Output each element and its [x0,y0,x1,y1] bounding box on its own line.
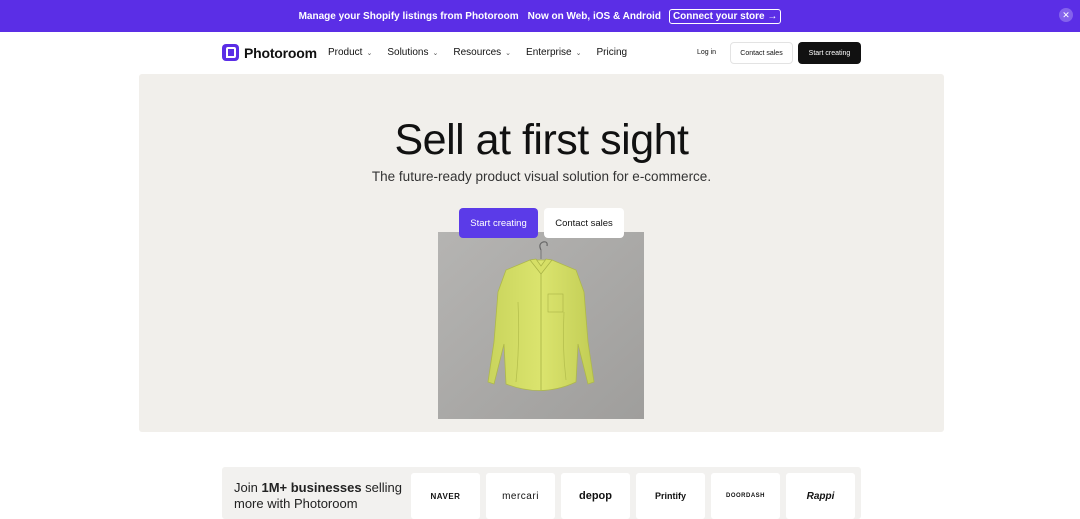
menu-item-product[interactable]: Product ⌄ [328,47,372,58]
logo-rappi: Rappi [786,473,855,519]
brand-logo[interactable]: Photoroom [222,44,317,61]
chevron-down-icon: ⌄ [505,49,512,57]
customer-logos: NAVER mercari depop Printify DOORDASH Ra… [411,473,861,519]
logo-doordash: DOORDASH [711,473,780,519]
close-icon[interactable]: ✕ [1059,8,1073,22]
depop-logo: depop [579,490,612,502]
connect-store-link[interactable]: Connect your store → [668,8,782,24]
hero-contact-sales-button[interactable]: Contact sales [544,208,624,238]
menu-item-resources[interactable]: Resources ⌄ [453,47,511,58]
logo-printify: Printify [636,473,705,519]
brand-name: Photoroom [244,44,317,61]
contact-sales-button[interactable]: Contact sales [730,42,793,64]
announcement-banner: Manage your Shopify listings from Photor… [0,0,1080,32]
top-nav: Photoroom Product ⌄ Solutions ⌄ Resource… [0,32,1080,74]
photoroom-logo-icon [222,44,239,61]
hero-subtitle: The future-ready product visual solution… [371,169,712,184]
logo-depop: depop [561,473,630,519]
printify-logo: Printify [654,491,686,501]
logo-mercari: mercari [486,473,555,519]
chevron-down-icon: ⌄ [575,49,582,57]
trust-prefix: Join [234,480,262,495]
start-creating-button[interactable]: Start creating [798,42,861,64]
login-link[interactable]: Log in [697,49,716,56]
menu-item-enterprise[interactable]: Enterprise ⌄ [526,47,581,58]
menu-item-label: Resources [453,47,502,58]
trust-highlight: 1M+ businesses [261,480,362,495]
menu-item-label: Pricing [596,47,628,58]
chevron-down-icon: ⌄ [366,49,373,57]
product-photo-shirt [438,232,644,419]
banner-platforms: Now on Web, iOS & Android [527,10,661,22]
menu-item-solutions[interactable]: Solutions ⌄ [387,47,438,58]
hero-section: Sell at first sight The future-ready pro… [139,74,944,432]
main-menu: Product ⌄ Solutions ⌄ Resources ⌄ Enterp… [328,47,642,58]
doordash-logo: DOORDASH [725,493,765,499]
trust-strip: Join 1M+ businesses selling more with Ph… [222,467,861,519]
hero-start-creating-button[interactable]: Start creating [459,208,538,238]
hero-title: Sell at first sight [394,116,690,164]
shirt-image [438,232,644,419]
trust-text: Join 1M+ businesses selling more with Ph… [234,480,409,512]
menu-item-label: Enterprise [526,47,572,58]
logo-naver: NAVER [411,473,480,519]
rappi-logo: Rappi [806,490,835,502]
chevron-down-icon: ⌄ [432,49,439,57]
menu-item-label: Solutions [387,47,429,58]
banner-message: Manage your Shopify listings from Photor… [298,10,519,22]
naver-logo: NAVER [430,491,461,501]
mercari-logo: mercari [502,490,539,502]
menu-item-label: Product [328,47,363,58]
menu-item-pricing[interactable]: Pricing [597,47,628,58]
